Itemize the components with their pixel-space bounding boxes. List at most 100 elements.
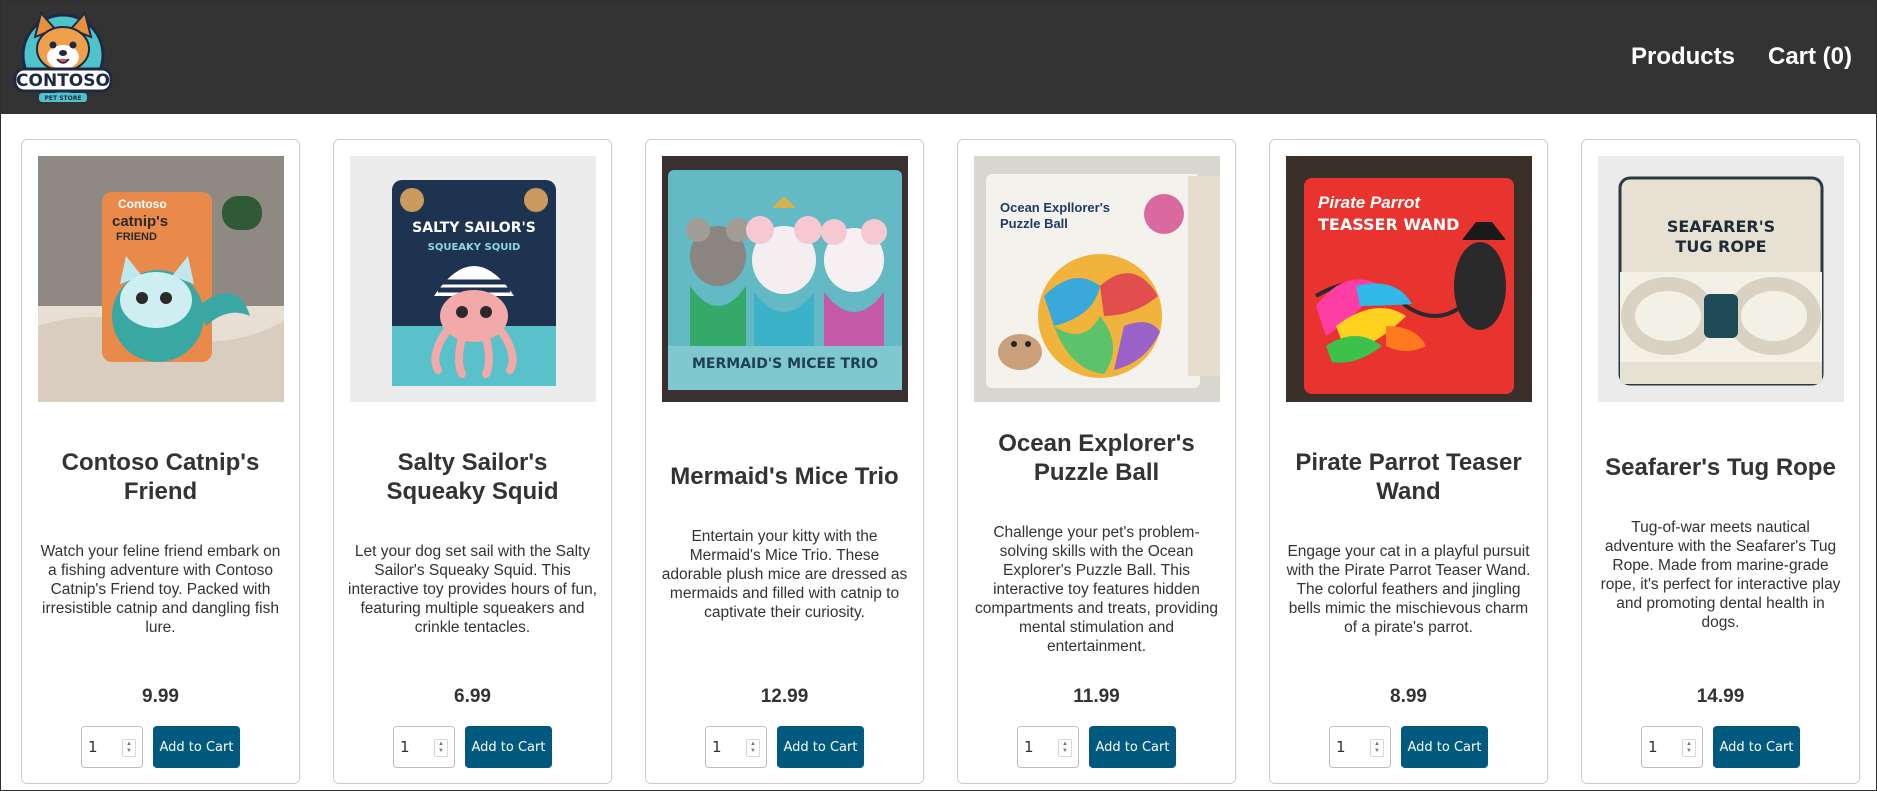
add-to-cart-row: 1 ▲ ▼ Add to Cart xyxy=(1270,726,1547,768)
quantity-stepper[interactable]: ▲ ▼ xyxy=(434,739,448,757)
product-info: Ocean Explorer's Puzzle Ball Challenge y… xyxy=(972,402,1221,682)
product-card: SALTY SAILOR'S SQUEAKY SQUID Salty Sailo… xyxy=(333,139,612,784)
product-info: Mermaid's Mice Trio Entertain your kitty… xyxy=(660,402,909,682)
quantity-value: 1 xyxy=(712,738,722,756)
quantity-value: 1 xyxy=(1336,738,1346,756)
product-description: Let your dog set sail with the Salty Sai… xyxy=(348,542,597,636)
product-description: Tug-of-war meets nautical adventure with… xyxy=(1600,518,1841,631)
package-text: Puzzle Ball xyxy=(1000,216,1068,231)
catnip-toy-image-icon: Contoso catnip's FRIEND xyxy=(38,156,284,402)
chevron-down-icon[interactable]: ▼ xyxy=(750,748,756,755)
package-text: TEASSER WAND xyxy=(1318,215,1459,234)
chevron-up-icon[interactable]: ▲ xyxy=(126,741,132,748)
package-text: SEAFARER'S xyxy=(1667,217,1775,236)
quantity-stepper[interactable]: ▲ ▼ xyxy=(122,739,136,757)
product-info: Salty Sailor's Squeaky Squid Let your do… xyxy=(348,402,597,682)
chevron-down-icon[interactable]: ▼ xyxy=(1062,748,1068,755)
add-to-cart-button[interactable]: Add to Cart xyxy=(1401,726,1488,768)
product-description: Entertain your kitty with the Mermaid's … xyxy=(661,528,908,621)
add-to-cart-button[interactable]: Add to Cart xyxy=(777,726,864,768)
add-to-cart-row: 1 ▲ ▼ Add to Cart xyxy=(22,726,299,768)
teaser-wand-image-icon: Pirate Parrot TEASSER WAND xyxy=(1286,156,1532,402)
product-image: SALTY SAILOR'S SQUEAKY SQUID xyxy=(350,156,596,402)
quantity-value: 1 xyxy=(400,738,410,756)
product-price: 14.99 xyxy=(1696,686,1745,707)
product-image: SEAFARER'S TUG ROPE xyxy=(1598,156,1844,402)
product-image: Contoso catnip's FRIEND xyxy=(38,156,284,402)
quantity-stepper[interactable]: ▲ ▼ xyxy=(1370,739,1384,757)
navbar: CONTOSO PET STORE Products Cart (0) xyxy=(1,1,1876,114)
quantity-input[interactable]: 1 ▲ ▼ xyxy=(1329,726,1391,768)
chevron-up-icon[interactable]: ▲ xyxy=(750,741,756,748)
add-to-cart-row: 1 ▲ ▼ Add to Cart xyxy=(646,726,923,768)
quantity-stepper[interactable]: ▲ ▼ xyxy=(1058,739,1072,757)
product-card: Ocean Expllorer's Puzzle Ball Ocean Expl… xyxy=(957,139,1236,784)
package-text: Ocean Expllorer's xyxy=(1000,200,1110,215)
product-card: MERMAID'S MICEE TRIO Mermaid's Mice Trio… xyxy=(645,139,924,784)
product-description: Watch your feline friend embark on a fis… xyxy=(40,542,281,636)
add-to-cart-row: 1 ▲ ▼ Add to Cart xyxy=(334,726,611,768)
product-title: Seafarer's Tug Rope xyxy=(1605,453,1836,481)
package-text: catnip's xyxy=(112,213,168,230)
quantity-input[interactable]: 1 ▲ ▼ xyxy=(393,726,455,768)
quantity-stepper[interactable]: ▲ ▼ xyxy=(1682,739,1696,757)
nav-links: Products Cart (0) xyxy=(1631,41,1852,73)
chevron-down-icon[interactable]: ▼ xyxy=(438,748,444,755)
mermaid-mice-image-icon: MERMAID'S MICEE TRIO xyxy=(662,156,908,402)
product-price: 6.99 xyxy=(454,686,491,707)
tug-rope-image-icon: SEAFARER'S TUG ROPE xyxy=(1598,156,1844,402)
add-to-cart-button[interactable]: Add to Cart xyxy=(1089,726,1176,768)
quantity-stepper[interactable]: ▲ ▼ xyxy=(746,739,760,757)
logo-tagline-text: PET STORE xyxy=(45,95,82,102)
chevron-up-icon[interactable]: ▲ xyxy=(1374,741,1380,748)
add-to-cart-button[interactable]: Add to Cart xyxy=(1713,726,1800,768)
quantity-value: 1 xyxy=(88,738,98,756)
product-info: Seafarer's Tug Rope Tug-of-war meets nau… xyxy=(1596,402,1845,682)
product-price: 9.99 xyxy=(142,686,179,707)
product-info: Contoso Catnip's Friend Watch your felin… xyxy=(36,402,285,682)
product-title: Ocean Explorer's Puzzle Ball xyxy=(998,429,1195,486)
product-card: SEAFARER'S TUG ROPE Seafarer's Tug Rope … xyxy=(1581,139,1860,784)
product-info: Pirate Parrot Teaser Wand Engage your ca… xyxy=(1284,402,1533,682)
product-description: Challenge your pet's problem-solving ski… xyxy=(975,523,1218,655)
product-grid: Contoso catnip's FRIEND Contoso Catnip's… xyxy=(21,139,1860,784)
nav-cart-link[interactable]: Cart (0) xyxy=(1768,41,1852,73)
shiba-logo-icon: CONTOSO PET STORE xyxy=(13,10,113,102)
chevron-down-icon[interactable]: ▼ xyxy=(1686,748,1692,755)
product-card: Contoso catnip's FRIEND Contoso Catnip's… xyxy=(21,139,300,784)
quantity-value: 1 xyxy=(1648,738,1658,756)
product-price: 12.99 xyxy=(760,686,809,707)
package-text: FRIEND xyxy=(116,231,157,243)
chevron-down-icon[interactable]: ▼ xyxy=(126,748,132,755)
product-price: 8.99 xyxy=(1390,686,1427,707)
product-image: MERMAID'S MICEE TRIO xyxy=(662,156,908,402)
package-text: Pirate Parrot xyxy=(1318,193,1421,212)
puzzle-ball-image-icon: Ocean Expllorer's Puzzle Ball xyxy=(974,156,1220,402)
package-text: Contoso xyxy=(118,197,167,211)
product-description: Engage your cat in a playful pursuit wit… xyxy=(1286,542,1531,636)
page: CONTOSO PET STORE Products Cart (0) Cont… xyxy=(0,0,1877,791)
quantity-input[interactable]: 1 ▲ ▼ xyxy=(705,726,767,768)
chevron-down-icon[interactable]: ▼ xyxy=(1374,748,1380,755)
quantity-input[interactable]: 1 ▲ ▼ xyxy=(1641,726,1703,768)
chevron-up-icon[interactable]: ▲ xyxy=(1686,741,1692,748)
chevron-up-icon[interactable]: ▲ xyxy=(438,741,444,748)
product-image: Ocean Expllorer's Puzzle Ball xyxy=(974,156,1220,402)
add-to-cart-button[interactable]: Add to Cart xyxy=(153,726,240,768)
quantity-value: 1 xyxy=(1024,738,1034,756)
squid-toy-image-icon: SALTY SAILOR'S SQUEAKY SQUID xyxy=(350,156,596,402)
product-card: Pirate Parrot TEASSER WAND Pirate Parrot… xyxy=(1269,139,1548,784)
add-to-cart-button[interactable]: Add to Cart xyxy=(465,726,552,768)
product-title: Salty Sailor's Squeaky Squid xyxy=(386,448,559,505)
logo-brand-text: CONTOSO xyxy=(16,71,110,91)
package-text: TUG ROPE xyxy=(1675,237,1766,256)
quantity-input[interactable]: 1 ▲ ▼ xyxy=(81,726,143,768)
product-title: Contoso Catnip's Friend xyxy=(61,448,260,505)
package-text: MERMAID'S MICEE TRIO xyxy=(692,356,878,372)
nav-products-link[interactable]: Products xyxy=(1631,41,1735,73)
product-image: Pirate Parrot TEASSER WAND xyxy=(1286,156,1532,402)
quantity-input[interactable]: 1 ▲ ▼ xyxy=(1017,726,1079,768)
contoso-logo[interactable]: CONTOSO PET STORE xyxy=(11,7,115,107)
package-text: SALTY SAILOR'S xyxy=(412,220,536,236)
chevron-up-icon[interactable]: ▲ xyxy=(1062,741,1068,748)
